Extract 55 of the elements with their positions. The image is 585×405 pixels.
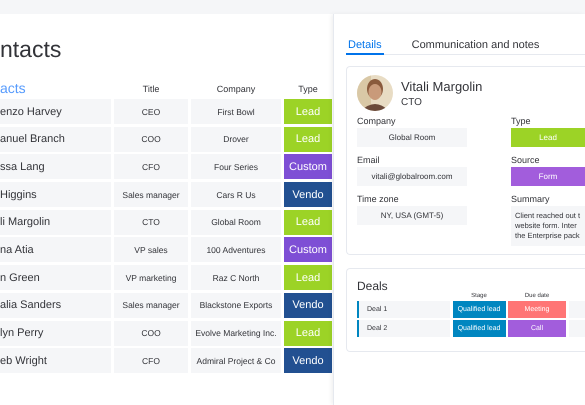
name-cell: enzo Harvey <box>0 99 111 124</box>
company-cell: Cars R Us <box>191 182 281 208</box>
name-cell: lyn Perry <box>0 320 111 346</box>
company-cell: First Bowl <box>191 99 281 124</box>
tab[interactable]: Communication and notes <box>410 34 542 55</box>
title-cell: VP sales <box>114 237 188 262</box>
field-label: Summary <box>511 194 551 204</box>
title-cell: VP marketing <box>114 265 188 290</box>
tab[interactable]: Details <box>346 34 384 55</box>
name-cell: eb Wright <box>0 348 111 374</box>
type-tag[interactable]: Vendo <box>284 182 332 208</box>
type-tag[interactable]: Custom <box>284 154 332 180</box>
name-cell: anuel Branch <box>0 126 111 152</box>
name-cell: ssa Lang <box>0 154 111 180</box>
field-label: Company <box>357 116 397 126</box>
title-cell: CFO <box>114 154 188 180</box>
column-header: Type <box>297 84 319 96</box>
group-title[interactable]: acts <box>0 80 111 96</box>
type-tag[interactable]: Custom <box>284 237 332 262</box>
column-header: Title <box>142 84 160 96</box>
field-label: Email <box>357 155 381 165</box>
type-tag[interactable]: Vendo <box>284 348 332 374</box>
company-cell: Admiral Project & Co <box>191 348 281 374</box>
field-value[interactable]: Global Room <box>357 128 467 147</box>
column-header: Company <box>216 84 256 96</box>
title-cell: CFO <box>114 348 188 374</box>
title-cell: Sales manager <box>114 182 188 208</box>
type-tag[interactable]: Vendo <box>284 292 332 318</box>
page-title: ntacts <box>0 36 62 62</box>
name-cell: Higgins <box>0 182 111 208</box>
field-value[interactable]: vitali@globalroom.com <box>357 167 467 186</box>
title-cell: Sales manager <box>114 292 188 318</box>
title-cell: CEO <box>114 99 188 124</box>
company-cell: Drover <box>191 126 281 152</box>
field-label: Type <box>511 116 532 126</box>
company-cell: Raz C North <box>191 265 281 290</box>
title-cell: CTO <box>114 210 188 235</box>
deals-title: Deals <box>357 279 389 293</box>
company-cell: Blackstone Exports <box>191 292 281 318</box>
name-cell: n Green <box>0 265 111 290</box>
company-cell: 100 Adventures <box>191 237 281 262</box>
name-cell: alia Sanders <box>0 292 111 318</box>
company-cell: Four Series <box>191 154 281 180</box>
field-value[interactable]: NY, USA (GMT-5) <box>357 206 467 225</box>
status-tag[interactable]: Form <box>511 167 585 186</box>
name-cell: li Margolin <box>0 210 111 235</box>
title-cell: COO <box>114 320 188 346</box>
contact-role: CTO <box>401 96 423 108</box>
contact-name: Vitali Margolin <box>401 78 482 94</box>
company-cell: Global Room <box>191 210 281 235</box>
title-cell: COO <box>114 126 188 152</box>
field-label: Time zone <box>357 194 400 204</box>
field-label: Source <box>511 155 541 165</box>
name-cell: na Atia <box>0 237 111 262</box>
company-cell: Evolve Marketing Inc. <box>191 320 281 346</box>
